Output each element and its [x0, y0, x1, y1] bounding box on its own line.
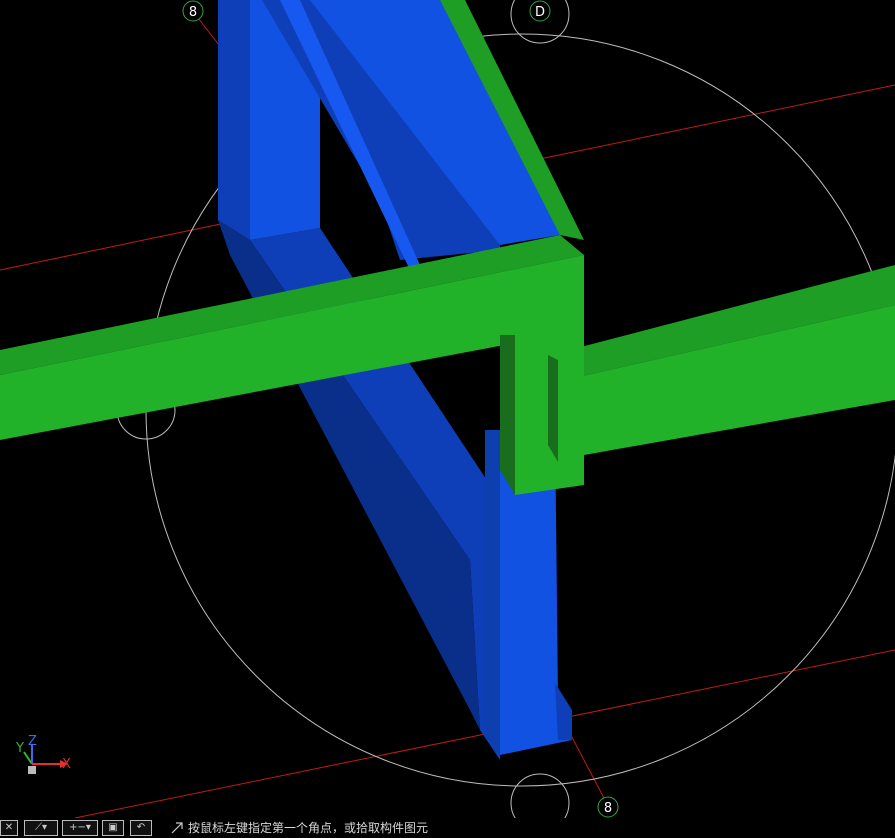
- svg-text:D: D: [535, 5, 545, 20]
- svg-text:8: 8: [189, 5, 197, 20]
- ucs-x-label: X: [62, 757, 71, 772]
- axis-marker-top-left[interactable]: 8: [182, 0, 204, 22]
- command-statusbar: ✕ ⟋▾ +−▾ ▣ ↶ 按鼠标左键指定第一个角点，或拾取构件图元: [0, 818, 895, 838]
- line-tool-icon[interactable]: ⟋▾: [24, 820, 58, 836]
- rotate-icon[interactable]: ↶: [130, 820, 152, 836]
- axis-marker-bottom-right[interactable]: 8: [597, 796, 619, 818]
- ucs-y-label: Y: [15, 741, 24, 756]
- box-icon[interactable]: ▣: [102, 820, 124, 836]
- 3d-viewport[interactable]: 8 D 8 X Y Z: [0, 0, 895, 818]
- svg-text:8: 8: [604, 801, 612, 816]
- ucs-z-label: Z: [28, 734, 37, 749]
- plus-minus-icon[interactable]: +−▾: [62, 820, 98, 836]
- pointer-arrow-icon: [171, 822, 183, 834]
- close-icon[interactable]: ✕: [0, 820, 18, 836]
- axis-marker-top-mid[interactable]: D: [529, 0, 551, 22]
- command-prompt-text: 按鼠标左键指定第一个角点，或拾取构件图元: [188, 821, 429, 835]
